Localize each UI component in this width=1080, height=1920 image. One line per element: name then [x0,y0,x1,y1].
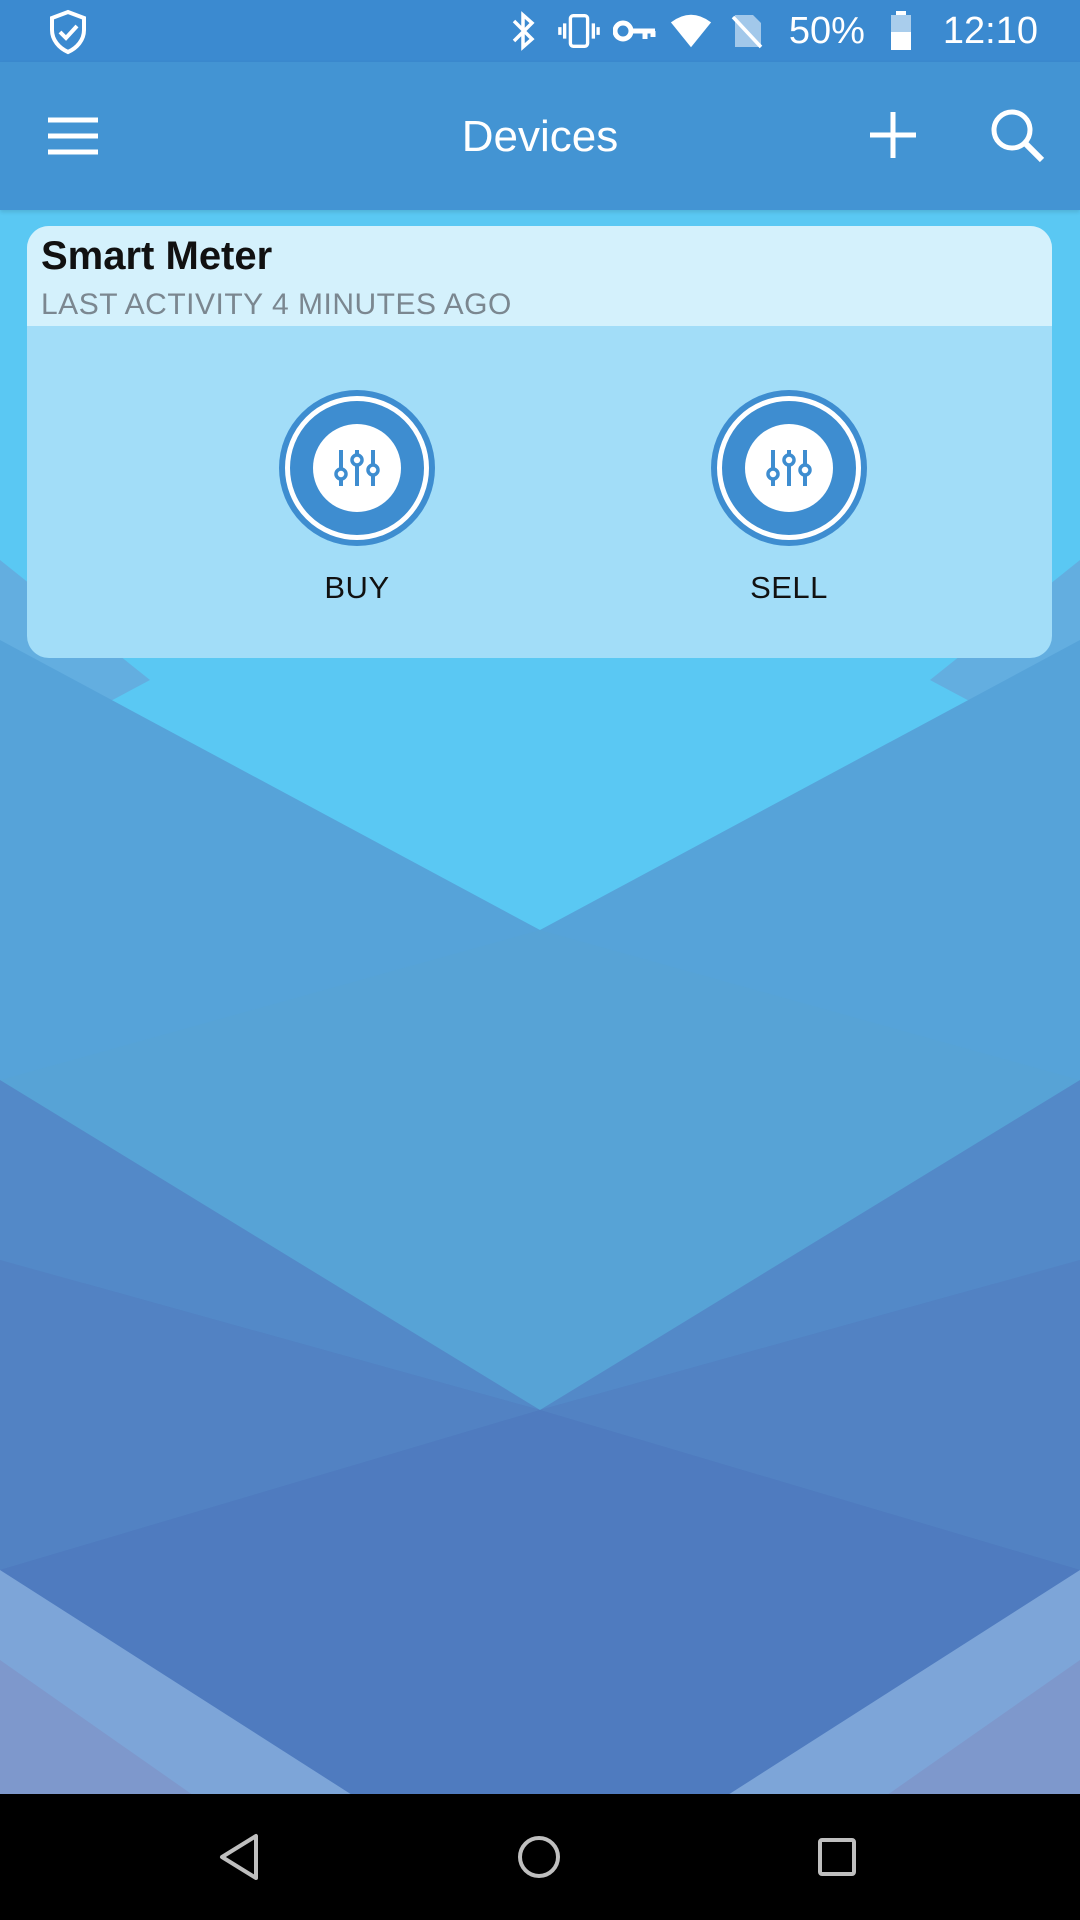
back-icon[interactable] [208,1824,274,1890]
add-icon[interactable] [862,104,924,166]
clock: 12:10 [942,9,1038,52]
home-icon[interactable] [506,1824,572,1890]
vpn-key-icon [612,9,657,53]
battery-percent: 50% [788,9,865,52]
device-card[interactable]: Smart Meter LAST ACTIVITY 4 MINUTES AGO … [27,226,1052,658]
app-bar: Devices [0,62,1080,210]
no-sim-icon [725,9,769,53]
sliders-icon [313,424,401,512]
recent-apps-icon[interactable] [804,1824,870,1890]
device-card-header: Smart Meter LAST ACTIVITY 4 MINUTES AGO [27,226,1052,326]
buy-label: BUY [324,570,390,605]
status-bar: 50% 12:10 [0,0,1080,62]
buy-button-ring [279,390,435,546]
shield-check-icon [44,8,92,56]
wifi-icon [669,9,713,53]
sliders-icon [745,424,833,512]
device-name: Smart Meter [41,234,273,278]
buy-button[interactable]: BUY [257,390,457,610]
battery-icon [879,9,923,53]
sell-label: SELL [750,570,828,605]
search-icon[interactable] [986,104,1048,166]
sell-button-ring [711,390,867,546]
vibrate-icon [557,9,601,53]
sell-button[interactable]: SELL [689,390,889,610]
navigation-bar [0,1794,1080,1920]
last-activity: LAST ACTIVITY 4 MINUTES AGO [41,288,512,321]
bluetooth-icon [501,9,545,53]
